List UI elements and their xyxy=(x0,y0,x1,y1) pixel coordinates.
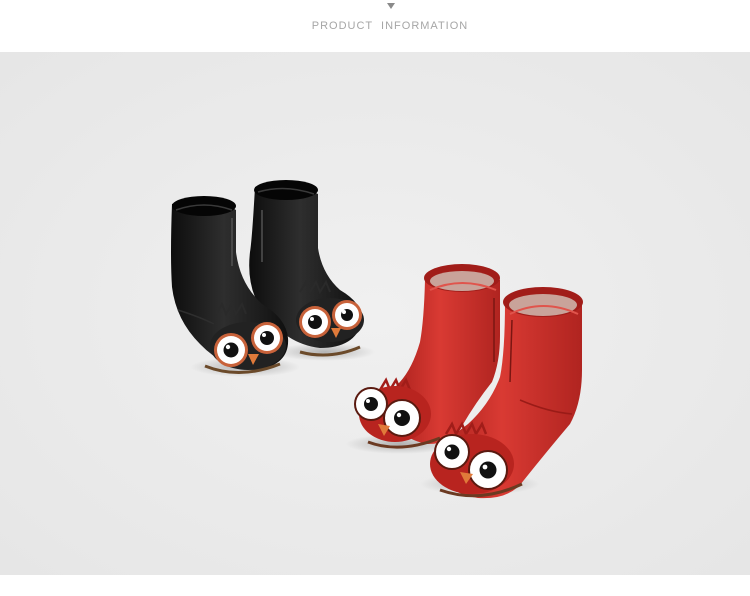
footer-spacer xyxy=(0,575,750,596)
boots-illustration xyxy=(0,52,750,575)
section-header: PRODUCT INFORMATION xyxy=(0,0,750,52)
product-photo xyxy=(0,52,750,575)
section-title: PRODUCT INFORMATION xyxy=(311,20,469,32)
triangle-down-icon xyxy=(387,3,395,9)
